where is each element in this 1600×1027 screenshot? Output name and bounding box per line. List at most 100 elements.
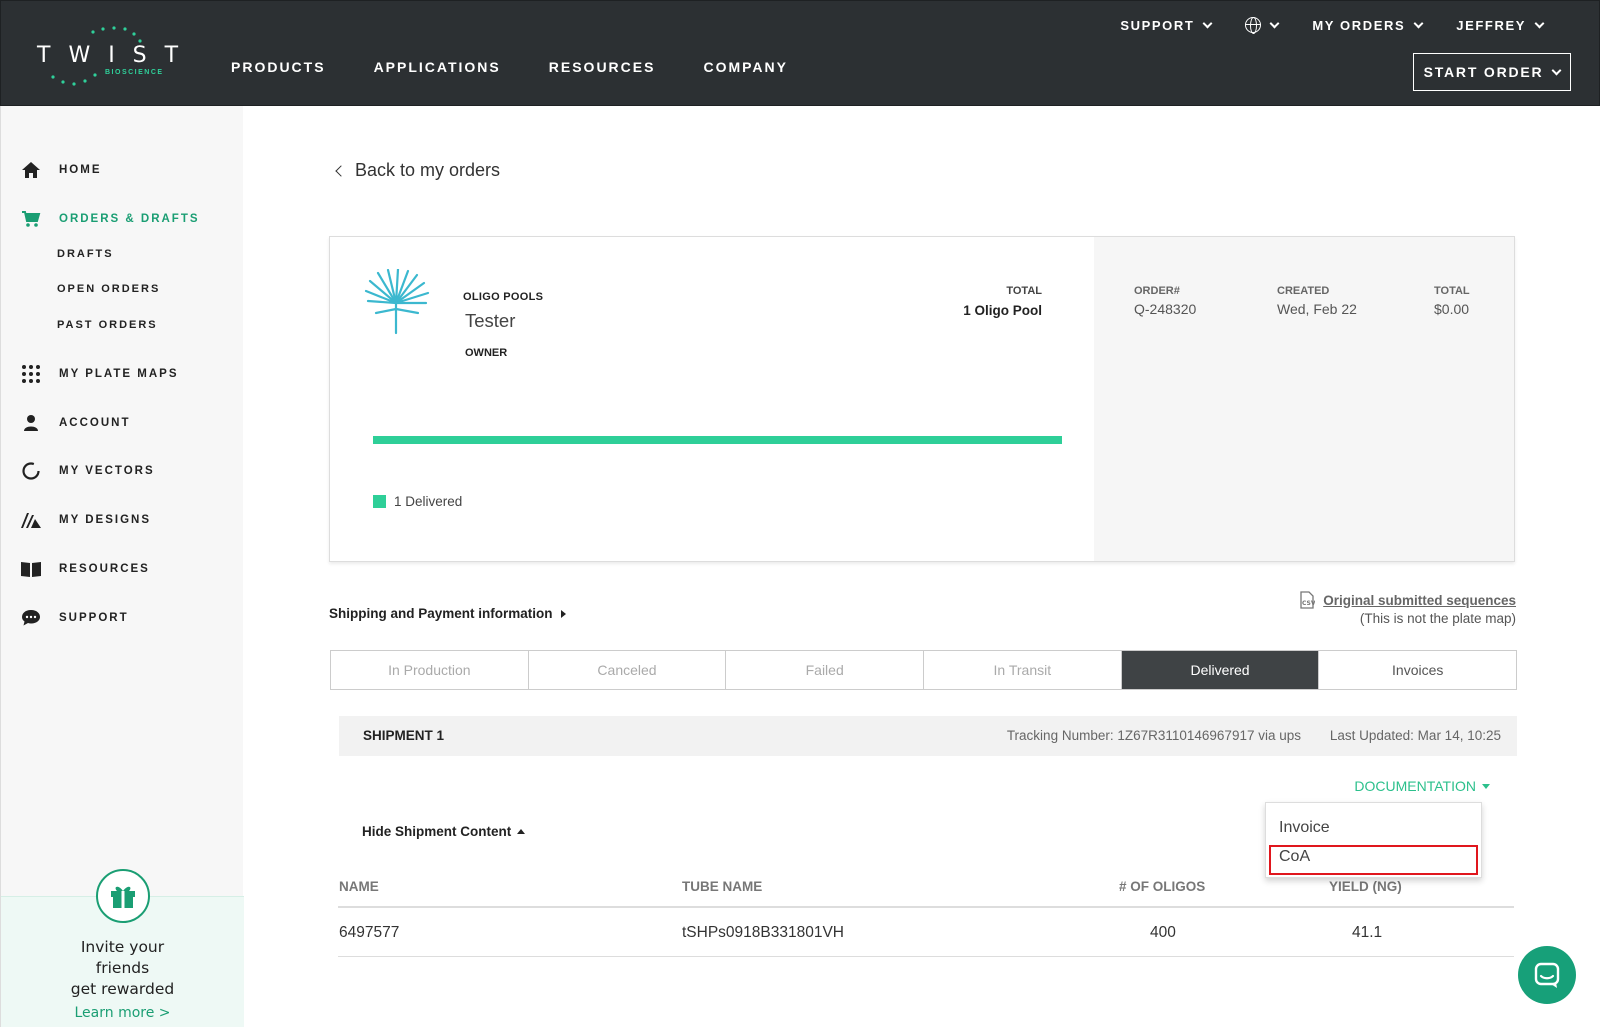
chevron-down-icon [1202,18,1213,28]
my-orders-label: MY ORDERS [1312,17,1406,33]
sidebar-item-label: ACCOUNT [59,417,131,429]
order-total-value: $0.00 [1434,301,1470,317]
last-updated: Last Updated: Mar 14, 10:25 [1329,728,1501,743]
learn-more-link[interactable]: Learn more > [1,1005,244,1021]
start-order-button[interactable]: START ORDER [1413,53,1571,91]
nav-company[interactable]: COMPANY [703,59,788,75]
svg-text:CSV: CSV [1302,600,1315,607]
tab-failed[interactable]: Failed [726,651,925,689]
caret-down-icon [1482,783,1490,789]
chat-launcher-button[interactable] [1518,946,1576,1004]
original-sequences-note: (This is not the plate map) [1359,611,1516,626]
twist-logo[interactable]: TWIST BIOSCIENCE [37,25,178,87]
cell-tube-name: tSHPs0918B331801VH [682,924,845,941]
delivered-swatch [373,495,386,508]
cell-yield: 41.1 [1352,924,1383,941]
cell-oligos: 400 [1150,924,1176,941]
created-value: Wed, Feb 22 [1277,301,1357,317]
refer-line-2: friends [95,959,150,977]
documentation-dropdown[interactable]: DOCUMENTATION [1354,778,1490,794]
order-meta-panel: ORDER# Q-248320 CREATED Wed, Feb 22 TOTA… [1094,237,1514,561]
chat-bubble-icon [19,606,43,630]
main-nav: PRODUCTS APPLICATIONS RESOURCES COMPANY [231,59,836,75]
user-icon [19,411,43,435]
tab-invoices[interactable]: Invoices [1319,651,1516,689]
tab-in-transit[interactable]: In Transit [924,651,1122,689]
refer-line-3: get rewarded [70,980,175,998]
sidebar-sub-drafts[interactable]: DRAFTS [57,248,114,260]
support-menu[interactable]: SUPPORT [1120,17,1213,33]
shipment-title: SHIPMENT 1 [363,728,445,743]
hide-shipment-content-toggle[interactable]: Hide Shipment Content [362,824,526,839]
back-to-orders-link[interactable]: Back to my orders [335,160,500,181]
sidebar-item-resources[interactable]: RESOURCES [19,557,150,581]
chevron-down-icon [1413,18,1424,28]
documentation-menu: Invoice CoA [1265,802,1482,878]
my-orders-menu[interactable]: MY ORDERS [1312,17,1424,33]
sidebar-item-plate-maps[interactable]: MY PLATE MAPS [19,362,179,386]
sidebar-item-account[interactable]: ACCOUNT [19,411,131,435]
vector-ring-icon [19,459,43,483]
sidebar-sub-open-orders[interactable]: OPEN ORDERS [57,283,160,295]
caret-right-icon [560,609,566,618]
shipping-payment-toggle[interactable]: Shipping and Payment information [329,606,566,621]
cell-name: 6497577 [339,924,400,941]
sidebar-item-label: SUPPORT [59,612,129,624]
table-row-divider [338,956,1514,957]
sidebar-item-label: HOME [59,164,102,176]
sidebar-item-home[interactable]: HOME [19,158,102,182]
nav-products[interactable]: PRODUCTS [231,59,326,75]
sidebar-item-orders-drafts[interactable]: ORDERS & DRAFTS [19,207,200,231]
sidebar-item-designs[interactable]: MY DESIGNS [19,508,151,532]
shipment-status-tabs: In Production Canceled Failed In Transit… [330,650,1517,690]
grid-dots-icon [19,362,43,386]
chat-icon [1534,962,1560,988]
tab-in-production[interactable]: In Production [331,651,529,689]
nav-applications[interactable]: APPLICATIONS [374,59,501,75]
delivery-progress-bar [373,436,1062,444]
sidebar-sub-past-orders[interactable]: PAST ORDERS [57,319,158,331]
original-sequences: CSV Original submitted sequences (This i… [1299,591,1516,626]
product-type: OLIGO POOLS [463,291,544,303]
oligo-pool-plant-icon [364,269,430,335]
order-number: ORDER# Q-248320 [1134,285,1196,317]
user-name: JEFFREY [1456,17,1526,33]
chevron-left-icon [335,164,347,177]
original-sequences-link[interactable]: CSV Original submitted sequences [1299,591,1516,609]
nav-resources[interactable]: RESOURCES [549,59,656,75]
total-label: TOTAL [1006,285,1042,297]
created-label: CREATED [1277,285,1330,297]
caret-up-icon [517,829,526,834]
sidebar: HOME ORDERS & DRAFTS DRAFTS OPEN ORDERS … [0,106,244,1027]
sidebar-item-vectors[interactable]: MY VECTORS [19,459,155,483]
order-summary-card: OLIGO POOLS Tester OWNER TOTAL 1 Oligo P… [329,236,1515,562]
tab-delivered[interactable]: Delivered [1121,651,1320,689]
order-total: TOTAL $0.00 [1434,285,1470,317]
sidebar-item-support[interactable]: SUPPORT [19,606,129,630]
sidebar-item-label: MY DESIGNS [59,514,151,526]
col-header-yield: YIELD (NG) [1329,879,1402,894]
top-nav-bar: TWIST BIOSCIENCE PRODUCTS APPLICATIONS R… [0,0,1600,106]
globe-icon [1245,17,1262,34]
support-label: SUPPORT [1120,17,1195,33]
col-header-oligos: # OF OLIGOS [1119,879,1206,894]
tab-canceled[interactable]: Canceled [529,651,727,689]
col-header-tube-name: TUBE NAME [682,879,763,894]
col-header-name: NAME [339,879,379,894]
progress-legend: 1 Delivered [373,494,462,509]
start-order-label: START ORDER [1423,64,1544,80]
total-value: 1 Oligo Pool [963,303,1042,318]
table-header-divider [338,906,1514,908]
utility-nav: SUPPORT MY ORDERS JEFFREY [1086,17,1545,34]
logo-subtitle: BIOSCIENCE [105,69,164,76]
created-date: CREATED Wed, Feb 22 [1277,285,1357,317]
progress-fill [373,436,1062,444]
sidebar-item-label: MY VECTORS [59,465,155,477]
home-icon [19,158,43,182]
chevron-down-icon [1551,65,1562,75]
user-menu[interactable]: JEFFREY [1456,17,1545,33]
menu-item-invoice[interactable]: Invoice [1279,819,1330,837]
tracking-number: Tracking Number: 1Z67R3110146967917 via … [1006,728,1301,743]
language-menu[interactable] [1245,17,1280,34]
logo-wordmark: TWIST [37,43,197,68]
